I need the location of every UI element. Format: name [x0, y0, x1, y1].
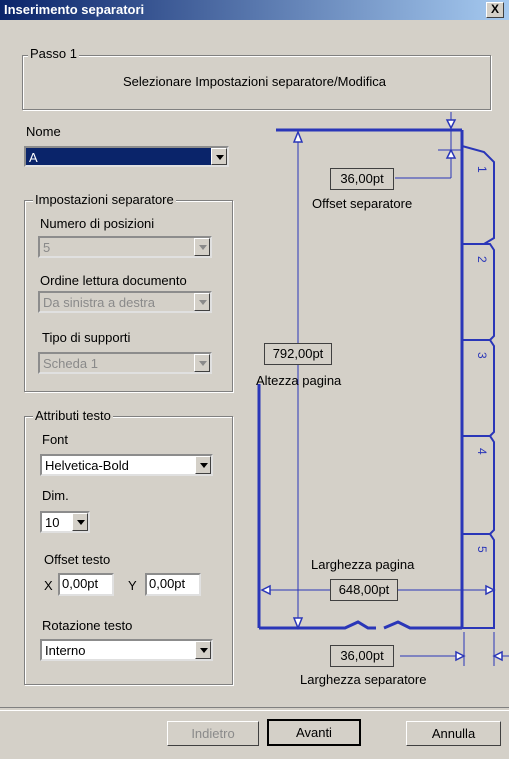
- separator-offset-value: 36,00pt: [330, 168, 394, 190]
- tab-label-4: 4: [475, 448, 489, 455]
- separator-diagram: 1 2 3 4 5: [257, 112, 509, 666]
- separator-offset-label: Offset separatore: [312, 196, 413, 211]
- tab-label-5: 5: [475, 546, 489, 553]
- tab-label-3: 3: [475, 352, 489, 359]
- back-button[interactable]: Indietro: [167, 721, 259, 746]
- next-button[interactable]: Avanti: [267, 719, 361, 746]
- page-height-label: Altezza pagina: [256, 373, 342, 388]
- page-width-value: 648,00pt: [330, 579, 398, 601]
- separator-width-value: 36,00pt: [330, 645, 394, 667]
- page-width-label: Larghezza pagina: [311, 557, 415, 572]
- tab-label-1: 1: [475, 166, 489, 173]
- separator-width-label: Larghezza separatore: [300, 672, 427, 687]
- footer-divider: [0, 707, 509, 711]
- page-height-value: 792,00pt: [264, 343, 332, 365]
- tab-label-2: 2: [475, 256, 489, 263]
- cancel-button[interactable]: Annulla: [406, 721, 501, 746]
